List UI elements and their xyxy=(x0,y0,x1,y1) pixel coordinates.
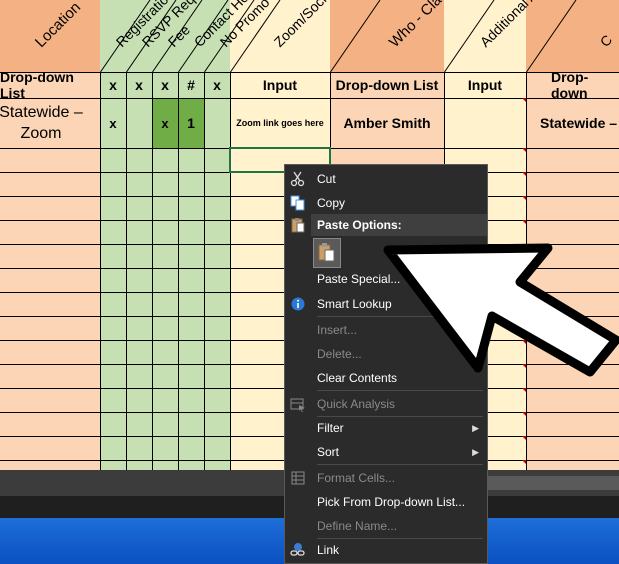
cell-zoom-row1[interactable]: Zoom link goes here xyxy=(230,98,330,148)
registration-subheader: x xyxy=(109,77,117,93)
column-location[interactable]: Drop-down List xyxy=(0,0,100,470)
zoom-subheader: Input xyxy=(262,77,298,93)
nopromo-subheader: x xyxy=(213,77,221,93)
location-subheader: Drop-down List xyxy=(0,69,74,101)
cell-contact-row1[interactable]: 1 xyxy=(178,98,204,148)
paste-button[interactable] xyxy=(313,238,341,268)
menu-item-link[interactable]: Link xyxy=(285,538,487,562)
column-registration[interactable]: x xyxy=(100,0,126,470)
copy-label: Copy xyxy=(317,196,346,210)
menu-item-define-name[interactable]: Define Name... xyxy=(285,514,487,538)
cell-last-row1[interactable]: Statewide – xyxy=(526,98,619,148)
column-contact-hours[interactable]: # xyxy=(178,0,204,470)
who-subheader: Drop-down List xyxy=(335,77,439,93)
clipboard-icon xyxy=(288,215,308,235)
sort-label: Sort xyxy=(317,445,340,459)
filter-label: Filter xyxy=(317,421,344,435)
copy-icon xyxy=(288,193,308,213)
cell-location-row1[interactable]: Statewide – Zoom xyxy=(0,98,100,148)
column-fee[interactable]: x xyxy=(152,0,178,470)
scissors-icon xyxy=(288,169,308,189)
cell-registration-row1[interactable]: x xyxy=(100,98,126,148)
contact-subheader: # xyxy=(187,77,195,93)
last-subheader: Drop-down xyxy=(551,69,589,101)
horizontal-scrollbar[interactable] xyxy=(488,476,619,490)
menu-item-cut[interactable]: Cut xyxy=(285,167,487,191)
menu-item-quick-analysis[interactable]: Quick Analysis xyxy=(285,392,487,416)
format-cells-label: Format Cells... xyxy=(317,471,396,485)
format-cells-icon xyxy=(288,468,308,488)
quick-analysis-label: Quick Analysis xyxy=(317,397,396,411)
insert-label: Insert... xyxy=(317,323,358,337)
cell-who-row1[interactable]: Amber Smith xyxy=(330,98,444,148)
column-rsvp[interactable]: x xyxy=(126,0,152,470)
fee-subheader: x xyxy=(161,77,169,93)
quick-analysis-icon xyxy=(288,394,308,414)
column-last[interactable]: Drop-down xyxy=(526,0,619,470)
paste-options-label: Paste Options: xyxy=(317,218,402,232)
define-name-label: Define Name... xyxy=(317,519,398,533)
clipboard-icon xyxy=(318,242,336,265)
link-icon xyxy=(288,540,308,560)
menu-item-sort[interactable]: Sort ▶ xyxy=(285,440,487,464)
rsvp-subheader: x xyxy=(135,77,143,93)
additional-subheader: Input xyxy=(467,77,503,93)
menu-item-filter[interactable]: Filter ▶ xyxy=(285,416,487,440)
arrow-pointer-icon xyxy=(383,243,619,377)
menu-item-pick-from-list[interactable]: Pick From Drop-down List... xyxy=(285,490,487,514)
column-no-promo[interactable]: x xyxy=(204,0,230,470)
menu-item-copy[interactable]: Copy xyxy=(285,191,487,215)
info-icon xyxy=(288,294,308,314)
pick-from-list-label: Pick From Drop-down List... xyxy=(317,495,466,509)
cut-label: Cut xyxy=(317,172,336,186)
paste-options-header: Paste Options: xyxy=(311,214,487,236)
cell-fee-row1[interactable]: x xyxy=(152,98,178,148)
delete-label: Delete... xyxy=(317,347,362,361)
link-label: Link xyxy=(317,543,340,557)
chevron-right-icon: ▶ xyxy=(472,446,479,457)
chevron-right-icon: ▶ xyxy=(472,422,479,433)
menu-item-format-cells[interactable]: Format Cells... xyxy=(285,466,487,490)
